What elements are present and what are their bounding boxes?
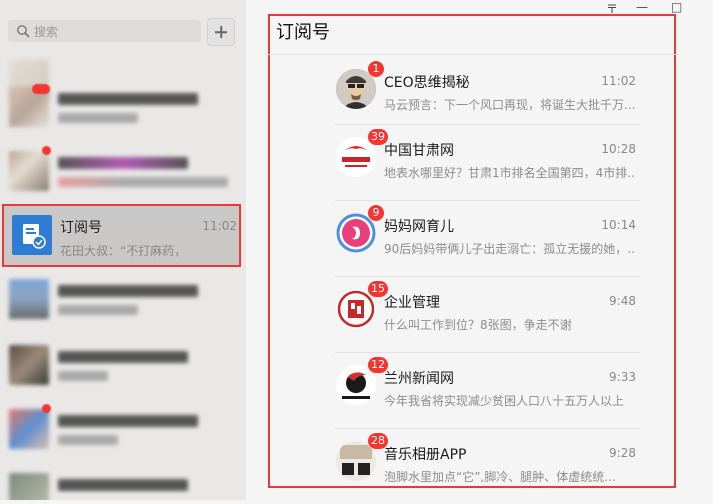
blurred-preview [58, 113, 138, 123]
avatar [9, 409, 49, 449]
row-divider [334, 276, 640, 277]
list-item[interactable] [0, 334, 246, 400]
blurred-name [58, 415, 198, 427]
blurred-name [58, 479, 188, 491]
subscription-preview: 今年我省将实现减少贫困人口八十五万人以上 [384, 394, 625, 408]
subscription-item-lanzhou[interactable]: 12 兰州新闻网 9:33 今年我省将实现减少贫困人口八十五万人以上 [334, 352, 640, 428]
list-item[interactable] [0, 76, 246, 142]
maximize-icon[interactable]: □ [671, 0, 682, 14]
subscription-preview: 90后妈妈带俩儿子出走溺亡：孤立无援的她，... [384, 242, 636, 256]
search-box[interactable]: 搜索 [8, 20, 201, 42]
subscription-name: CEO思维揭秘 [384, 75, 470, 91]
page-title: 订阅号 [276, 22, 330, 43]
avatar [9, 279, 49, 319]
blurred-name [58, 285, 198, 297]
subscription-name: 兰州新闻网 [384, 371, 454, 387]
header-divider [267, 54, 678, 55]
subscription-item-management[interactable]: 15 企业管理 9:48 什么叫工作到位？8张图，争走不谢 [334, 276, 640, 352]
subscription-time: 9:28 [609, 446, 636, 460]
subscription-time: 11:02 [601, 74, 636, 88]
row-divider [334, 428, 640, 429]
unread-dot [42, 146, 51, 155]
list-item[interactable] [0, 462, 246, 500]
subscription-preview: 马云预言：下一个风口再现，将诞生大批千万... [384, 98, 636, 112]
subscription-time: 10:14 [601, 218, 636, 232]
list-item[interactable] [0, 398, 246, 464]
plus-icon[interactable] [207, 18, 235, 46]
blurred-preview [58, 435, 118, 445]
search-icon [17, 25, 30, 38]
main-panel: 〒 — □ 订阅号 1 CEO思维揭秘 11:02 马云预言：下一个风口再现，将 [246, 0, 713, 500]
blurred-name [58, 157, 188, 169]
blurred-name [58, 351, 188, 363]
row-divider [334, 124, 640, 125]
blurred-preview [58, 305, 138, 315]
blurred-preview [58, 371, 108, 381]
blurred-name [58, 93, 198, 105]
chat-time: 11:02 [202, 219, 237, 233]
search-placeholder: 搜索 [34, 25, 59, 39]
blurred-preview [58, 177, 228, 187]
subscription-item-mama[interactable]: 9 妈妈网育儿 10:14 90后妈妈带俩儿子出走溺亡：孤立无援的她，... [334, 200, 640, 276]
subscription-name: 音乐相册APP [384, 447, 467, 463]
selected-chat-subscriptions[interactable]: 订阅号 11:02 花田大叔：“不打麻药， [2, 204, 241, 267]
subscription-icon [12, 215, 52, 255]
minimize-icon[interactable]: — [636, 0, 648, 14]
subscription-preview: 泡脚水里加点“它”,脚冷、腿肿、体虚统统... [384, 470, 616, 484]
subscription-time: 10:28 [601, 142, 636, 156]
subscription-name: 企业管理 [384, 295, 440, 311]
row-divider [334, 200, 640, 201]
chat-preview: 花田大叔：“不打麻药， [60, 244, 187, 258]
avatar [9, 345, 49, 385]
subscription-name: 妈妈网育儿 [384, 219, 454, 235]
unread-badge: 1 [368, 61, 384, 77]
list-item[interactable] [0, 140, 246, 206]
chat-name: 订阅号 [60, 220, 102, 236]
list-item[interactable] [0, 268, 246, 334]
subscription-time: 9:33 [609, 370, 636, 384]
unread-dot [42, 404, 51, 413]
avatar [9, 473, 49, 500]
subscription-preview: 什么叫工作到位？8张图，争走不谢 [384, 318, 572, 332]
unread-badge: 9 [368, 205, 384, 221]
chat-list-panel: 搜索 订阅号 11:02 花田大叔：“不打麻药， [0, 0, 246, 500]
subscription-name: 中国甘肃网 [384, 143, 454, 159]
unread-dot [32, 84, 50, 94]
subscription-preview: 地表水哪里好？甘肃1市排名全国第四，4市排... [384, 166, 636, 180]
subscription-item-ceo[interactable]: 1 CEO思维揭秘 11:02 马云预言：下一个风口再现，将诞生大批千万... [334, 56, 640, 132]
subscription-time: 9:48 [609, 294, 636, 308]
subscription-item-album[interactable]: 28 音乐相册APP 9:28 泡脚水里加点“它”,脚冷、腿肿、体虚统统... [334, 428, 640, 504]
row-divider [334, 352, 640, 353]
subscription-item-gansu[interactable]: 39 中国甘肃网 10:28 地表水哪里好？甘肃1市排名全国第四，4市排... [334, 124, 640, 200]
avatar [9, 151, 49, 191]
